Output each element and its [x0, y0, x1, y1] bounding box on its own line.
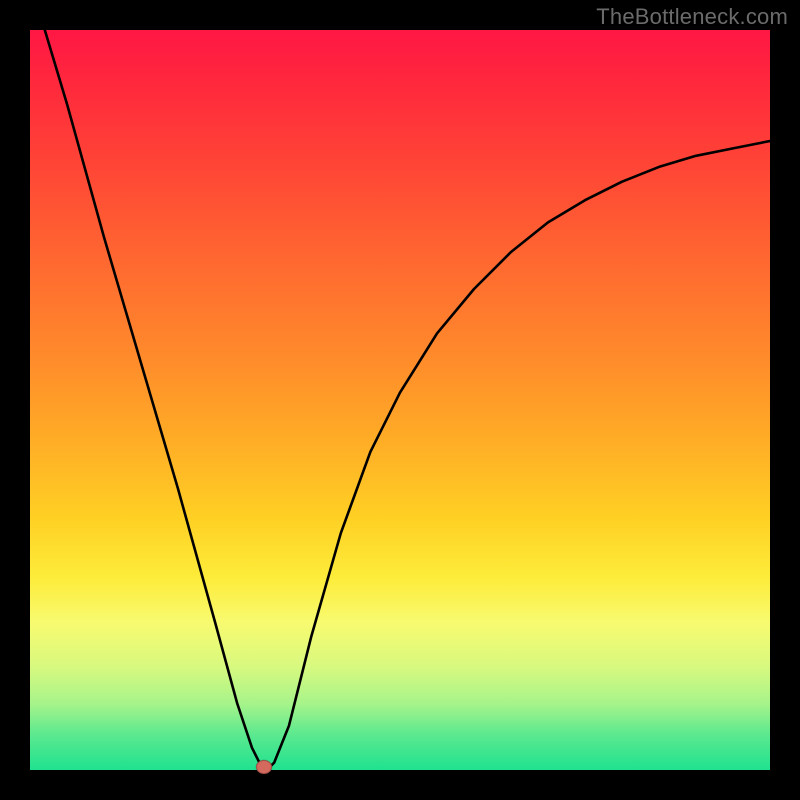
chart-frame: TheBottleneck.com: [0, 0, 800, 800]
bottleneck-curve: [30, 30, 770, 770]
plot-area: [30, 30, 770, 770]
watermark-text: TheBottleneck.com: [596, 4, 788, 30]
curve-path: [45, 30, 770, 766]
minimum-marker: [256, 760, 272, 774]
